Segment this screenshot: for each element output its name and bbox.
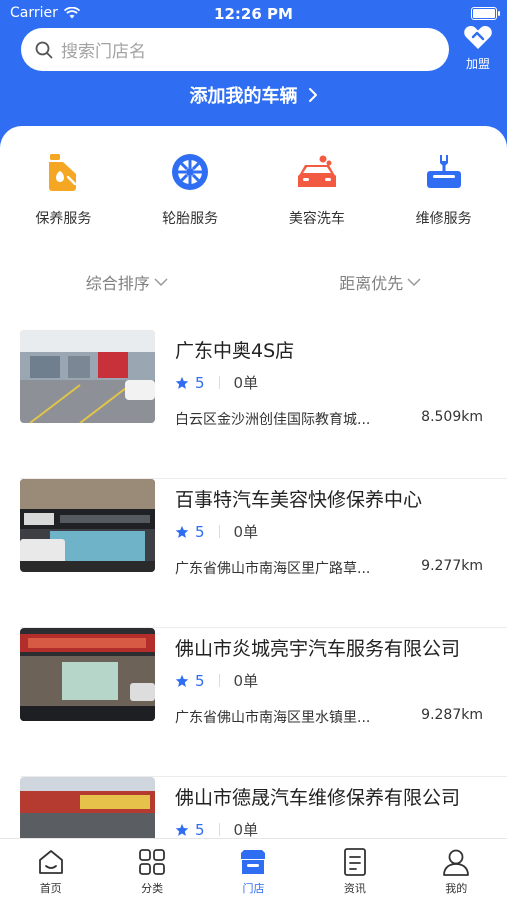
service-wash-label: 美容洗车 (288, 211, 345, 227)
store-distance: 8.509km (421, 409, 483, 425)
sort-distance[interactable]: 距离优先 (254, 270, 507, 294)
sort-comprehensive-label: 综合排序 (85, 274, 150, 293)
divider (218, 525, 220, 538)
search-icon (35, 41, 53, 58)
tab-store-label: 门店 (242, 882, 265, 895)
tab-category[interactable]: 分类 (101, 839, 202, 900)
star-icon (175, 823, 189, 836)
rating-value: 5 (195, 373, 205, 392)
tab-home[interactable]: 首页 (0, 839, 101, 900)
oil-bottle-icon (49, 154, 77, 191)
store-distance: 9.277km (421, 558, 483, 574)
home-icon (38, 850, 63, 874)
status-time: 12:26 PM (214, 5, 293, 23)
store-name: 广东中奥4S店 (175, 340, 295, 362)
add-car-label: 添加我的车辆 (189, 86, 298, 107)
service-repair-label: 维修服务 (415, 211, 472, 227)
tab-profile[interactable]: 我的 (406, 839, 507, 900)
order-count: 0单 (233, 374, 259, 392)
search-placeholder: 搜索门店名 (61, 42, 146, 62)
service-grid: 保养服务 轮胎服务 美容洗车 维修服务 (0, 150, 507, 230)
order-count: 0单 (233, 523, 259, 541)
sort-distance-label: 距离优先 (339, 274, 404, 293)
store-distance: 9.287km (421, 707, 483, 723)
service-maintenance-label: 保养服务 (35, 211, 92, 227)
store-list: 广东中奥4S店 5 0单 白云区金沙洲创佳国际教育城... 8.509km 百事… (0, 330, 507, 900)
news-icon (343, 848, 366, 876)
store-item[interactable]: 佛山市炎城亮宇汽车服务有限公司 5 0单 广东省佛山市南海区里水镇里... 9.… (20, 628, 507, 777)
store-name: 百事特汽车美容快修保养中心 (175, 489, 423, 511)
store-rating: 5 0单 (175, 819, 258, 840)
battery-icon (471, 7, 500, 20)
add-car-button[interactable]: 添加我的车辆 (0, 82, 507, 108)
tab-news-label: 资讯 (343, 882, 366, 895)
profile-icon (443, 849, 470, 876)
service-maintenance[interactable]: 保养服务 (0, 150, 127, 230)
service-repair[interactable]: 维修服务 (380, 150, 507, 230)
service-wash[interactable]: 美容洗车 (254, 150, 381, 230)
store-photo (20, 628, 155, 721)
car-wash-icon (297, 155, 336, 187)
search-input[interactable]: 搜索门店名 (21, 28, 449, 71)
store-photo (20, 330, 155, 423)
store-rating: 5 0单 (175, 521, 258, 542)
store-photo (20, 479, 155, 572)
sort-bar: 综合排序 距离优先 (0, 270, 507, 294)
repair-icon (426, 155, 461, 188)
store-item[interactable]: 百事特汽车美容快修保养中心 5 0单 广东省佛山市南海区里广路草... 9.27… (20, 479, 507, 628)
tab-profile-label: 我的 (445, 882, 468, 895)
tire-icon (172, 154, 209, 190)
store-rating: 5 0单 (175, 670, 258, 691)
sort-comprehensive[interactable]: 综合排序 (0, 270, 254, 294)
divider (218, 376, 220, 389)
chevron-down-icon (407, 278, 421, 286)
star-icon (175, 674, 189, 687)
store-address: 广东省佛山市南海区里水镇里... (175, 710, 371, 726)
tab-bar: 首页 分类 门店 资讯 我的 (0, 838, 507, 900)
order-count: 0单 (233, 821, 259, 839)
store-address: 白云区金沙洲创佳国际教育城... (175, 412, 371, 428)
store-name: 佛山市德晟汽车维修保养有限公司 (175, 787, 461, 809)
tab-news[interactable]: 资讯 (304, 839, 405, 900)
store-address: 广东省佛山市南海区里广路草... (175, 561, 371, 577)
rating-value: 5 (195, 522, 205, 541)
rating-value: 5 (195, 671, 205, 690)
handshake-icon (464, 25, 492, 49)
star-icon (175, 376, 189, 389)
chevron-down-icon (154, 278, 168, 286)
tab-category-label: 分类 (141, 882, 164, 895)
store-name: 佛山市炎城亮宇汽车服务有限公司 (175, 638, 461, 660)
tab-home-label: 首页 (39, 882, 62, 895)
status-bar: Carrier 12:26 PM (0, 0, 507, 28)
store-item[interactable]: 广东中奥4S店 5 0单 白云区金沙洲创佳国际教育城... 8.509km (20, 330, 507, 479)
join-label: 加盟 (465, 57, 490, 71)
join-button[interactable]: 加盟 (458, 24, 498, 76)
rating-value: 5 (195, 820, 205, 839)
service-tire[interactable]: 轮胎服务 (127, 150, 254, 230)
chevron-right-icon (308, 88, 317, 102)
order-count: 0单 (233, 672, 259, 690)
category-icon (139, 849, 165, 875)
store-rating: 5 0单 (175, 372, 258, 393)
divider (218, 674, 220, 687)
tab-store[interactable]: 门店 (203, 839, 304, 900)
store-icon (241, 850, 266, 874)
divider (218, 823, 220, 836)
store-page: Carrier 12:26 PM 搜索门店名 加盟 添加我的车辆 保养服务 轮胎… (0, 0, 507, 900)
service-tire-label: 轮胎服务 (162, 211, 219, 227)
star-icon (175, 525, 189, 538)
